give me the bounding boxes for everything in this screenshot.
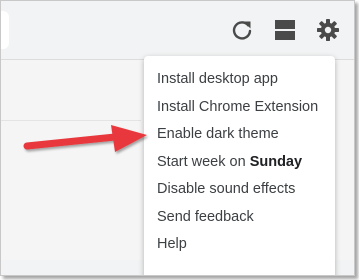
menu-item-label: Install desktop app — [157, 71, 278, 87]
refresh-button[interactable] — [229, 17, 255, 43]
menu-item-label: Disable sound effects — [157, 181, 296, 197]
menu-item-label: Start week on — [157, 154, 250, 170]
menu-item-label: Install Chrome Extension — [157, 99, 319, 115]
menu-item-help[interactable]: Help — [157, 233, 187, 255]
settings-button[interactable] — [315, 17, 341, 43]
menu-item-label: Send feedback — [157, 209, 254, 225]
top-bar — [1, 1, 354, 59]
layout-toggle-button[interactable] — [272, 17, 298, 43]
menu-item-label: Enable dark theme — [157, 126, 279, 142]
settings-menu: Install desktop app Install Chrome Exten… — [144, 56, 335, 275]
refresh-icon — [232, 21, 252, 40]
menu-item-send-feedback[interactable]: Send feedback — [157, 206, 254, 228]
menu-item-disable-sound-effects[interactable]: Disable sound effects — [157, 178, 295, 200]
app-window: Install desktop app Install Chrome Exten… — [0, 0, 355, 276]
annotation-arrow-icon — [23, 125, 147, 152]
menu-item-bold-value: Sunday — [249, 154, 303, 170]
menu-item-enable-dark-theme[interactable]: Enable dark theme — [157, 123, 279, 145]
menu-item-install-desktop-app[interactable]: Install desktop app — [157, 68, 278, 90]
gear-icon — [317, 19, 339, 41]
menu-item-label: Help — [157, 236, 187, 252]
menu-item-install-chrome-extension[interactable]: Install Chrome Extension — [157, 96, 318, 118]
menu-item-start-week[interactable]: Start week on Sunday — [157, 151, 302, 173]
layout-icon — [275, 20, 295, 40]
search-field-edge[interactable] — [1, 11, 9, 49]
